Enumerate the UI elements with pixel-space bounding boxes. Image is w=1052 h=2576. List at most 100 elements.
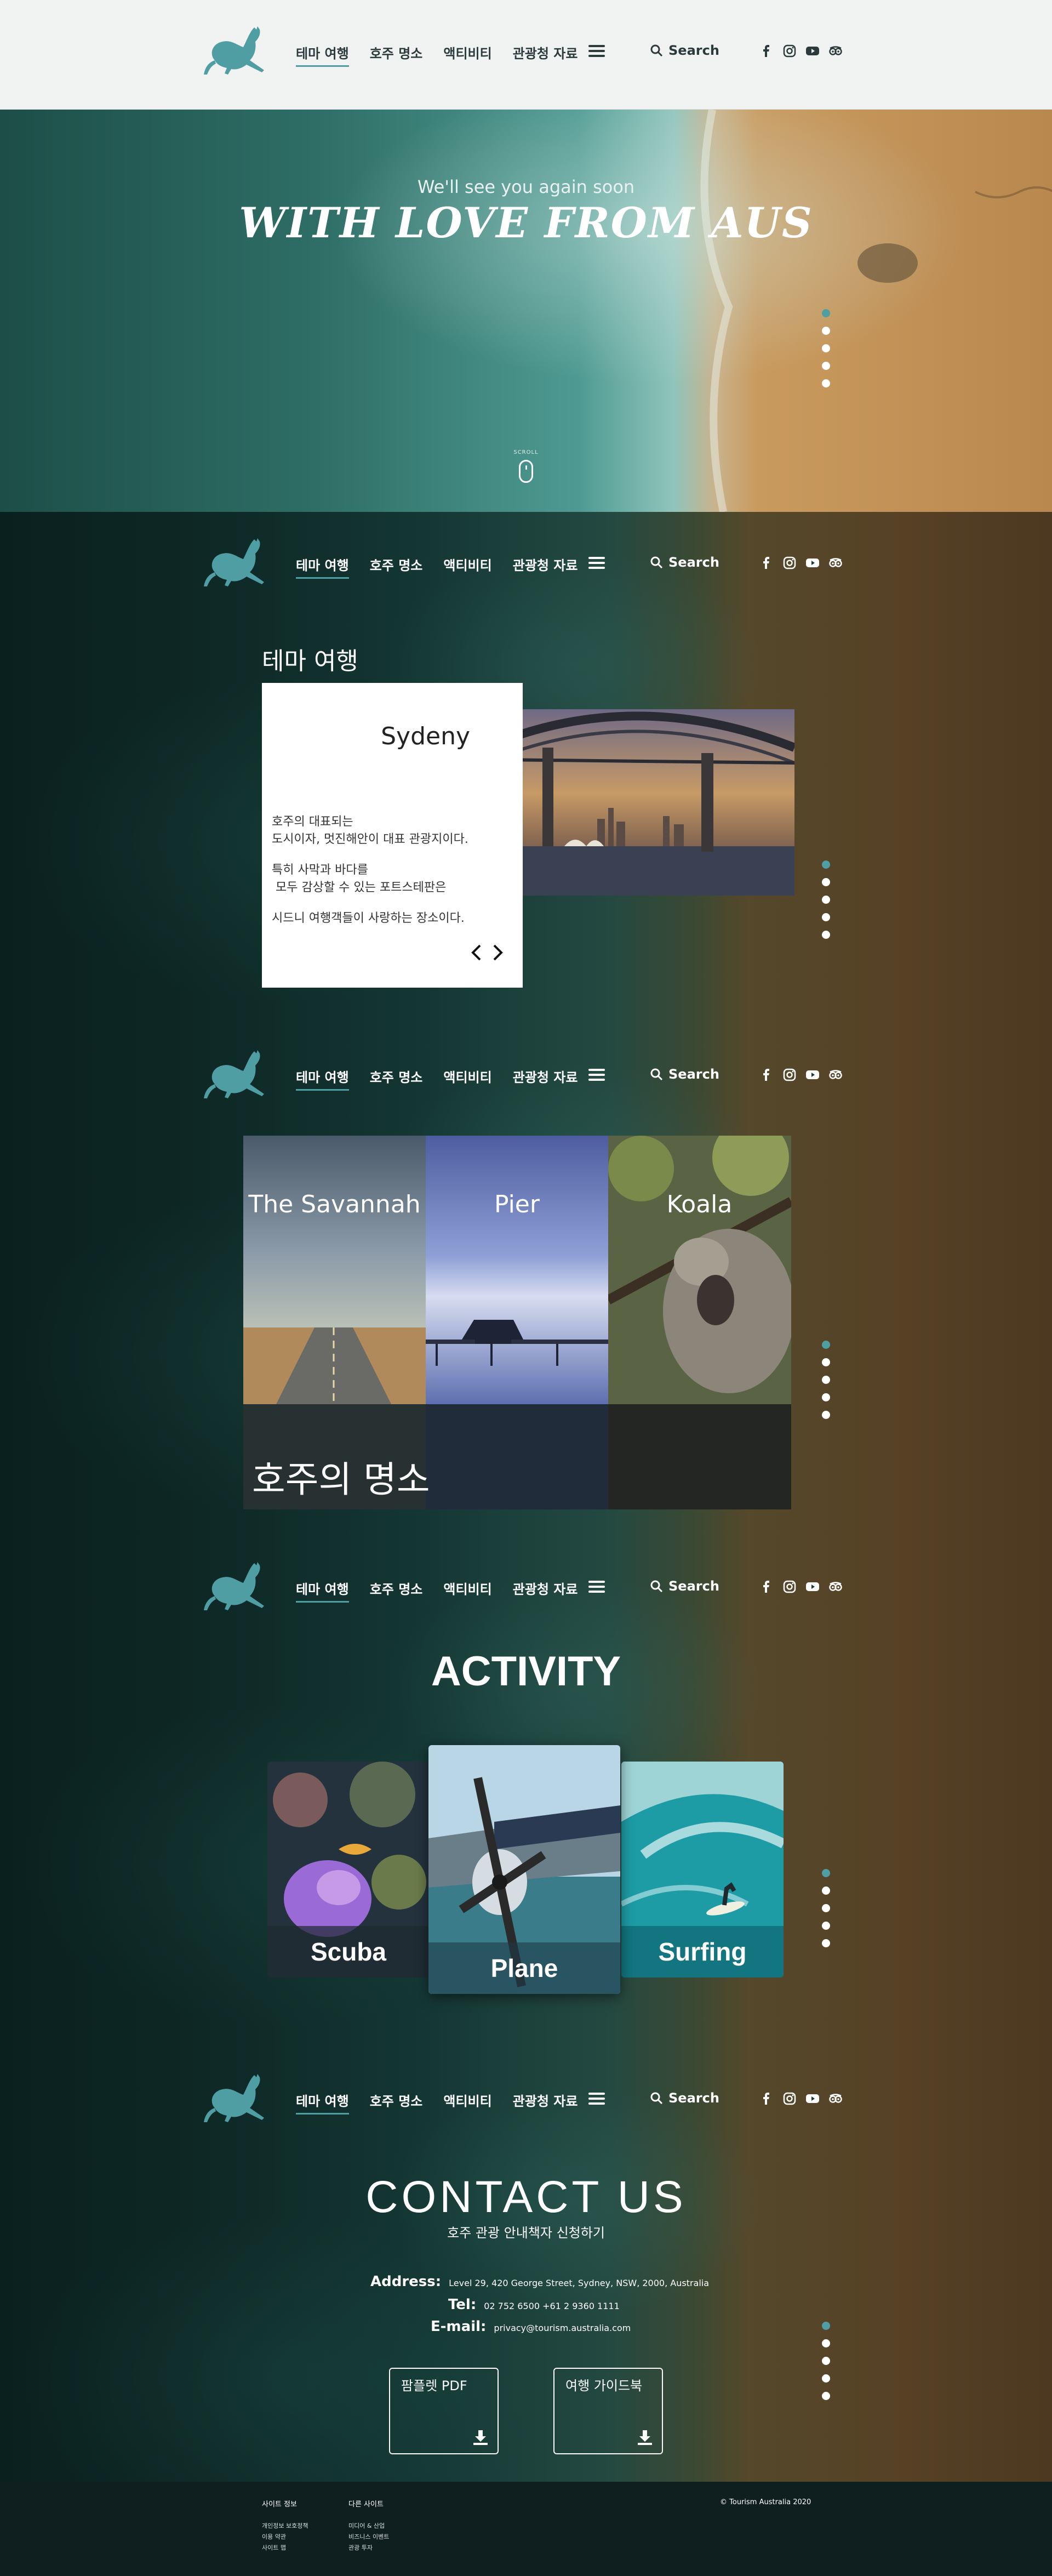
theme-desc-line: 도시이자, 멋진해안이 대표 관광지이다. xyxy=(272,833,468,846)
pagination-dot[interactable] xyxy=(822,2357,830,2365)
tripadvisor-icon[interactable] xyxy=(828,44,843,58)
kangaroo-logo[interactable] xyxy=(204,22,275,77)
pagination-dot[interactable] xyxy=(822,1376,830,1384)
pagination-dot[interactable] xyxy=(822,1341,830,1349)
activity-card-scuba[interactable]: Scuba xyxy=(267,1762,430,1977)
tel-value[interactable]: 02 752 6500 +61 2 9360 1111 xyxy=(484,2301,620,2311)
nav-item-resources[interactable]: 관광청 자료 xyxy=(513,2090,578,2115)
search-button[interactable]: Search xyxy=(650,555,719,570)
activity-card-plane[interactable]: Plane xyxy=(428,1745,620,1994)
footer-link[interactable]: 미디어 & 산업 xyxy=(348,2521,389,2532)
footer-link[interactable]: 관광 투자 xyxy=(348,2543,389,2554)
nav-item-theme[interactable]: 테마 여행 xyxy=(296,43,349,67)
menu-icon[interactable] xyxy=(588,45,605,57)
nav-item-resources[interactable]: 관광청 자료 xyxy=(513,43,578,67)
footer-link[interactable]: 사이트 맵 xyxy=(262,2543,308,2554)
pagination-dot[interactable] xyxy=(822,1411,830,1419)
facebook-icon[interactable] xyxy=(759,44,774,58)
address-value: Level 29, 420 George Street, Sydney, NSW… xyxy=(449,2278,710,2288)
menu-icon[interactable] xyxy=(588,2093,605,2105)
nav-item-activity[interactable]: 액티비티 xyxy=(443,1067,491,1091)
nav-item-theme[interactable]: 테마 여행 xyxy=(296,2090,349,2115)
pagination-dot[interactable] xyxy=(822,931,830,939)
pagination-dot[interactable] xyxy=(822,1393,830,1401)
pagination-dot[interactable] xyxy=(822,878,830,886)
pagination-dot[interactable] xyxy=(822,2339,830,2347)
instagram-icon[interactable] xyxy=(782,556,797,570)
instagram-icon[interactable] xyxy=(782,44,797,58)
instagram-icon[interactable] xyxy=(782,2091,797,2106)
pagination-dot[interactable] xyxy=(822,896,830,904)
tripadvisor-icon[interactable] xyxy=(828,2091,843,2106)
nav-item-activity[interactable]: 액티비티 xyxy=(443,2090,491,2115)
facebook-icon[interactable] xyxy=(759,556,774,570)
kangaroo-logo[interactable] xyxy=(204,1558,275,1612)
pagination-dot[interactable] xyxy=(822,913,830,921)
nav-item-theme[interactable]: 테마 여행 xyxy=(296,1578,349,1603)
facebook-icon[interactable] xyxy=(759,1068,774,1082)
facebook-icon[interactable] xyxy=(759,1580,774,1594)
footer-link[interactable]: 개인정보 보호정책 xyxy=(262,2521,308,2532)
kangaroo-logo[interactable] xyxy=(204,1046,275,1101)
footer-link[interactable]: 비즈니스 이벤트 xyxy=(348,2532,389,2543)
pagination-dot[interactable] xyxy=(822,1887,830,1895)
nav-item-activity[interactable]: 액티비티 xyxy=(443,43,491,67)
download-guidebook-button[interactable]: 여행 가이드북 xyxy=(553,2368,663,2454)
pagination-dot[interactable] xyxy=(822,1869,830,1877)
pagination-dot[interactable] xyxy=(822,344,830,352)
section-pagination xyxy=(822,1341,830,1419)
scroll-indicator[interactable]: SCROLL xyxy=(510,449,542,483)
search-button[interactable]: Search xyxy=(650,2090,719,2106)
search-button[interactable]: Search xyxy=(650,1067,719,1082)
pagination-dot[interactable] xyxy=(822,327,830,335)
pagination-dot[interactable] xyxy=(822,1922,830,1930)
pagination-dot[interactable] xyxy=(822,1904,830,1912)
search-button[interactable]: Search xyxy=(650,1578,719,1594)
download-pamphlet-button[interactable]: 팜플렛 PDF xyxy=(389,2368,499,2454)
pagination-dot[interactable] xyxy=(822,362,830,370)
pagination-dot[interactable] xyxy=(822,860,830,869)
nav-item-attractions[interactable]: 호주 명소 xyxy=(370,1578,423,1603)
pagination-dot[interactable] xyxy=(822,2392,830,2400)
pagination-dot[interactable] xyxy=(822,2322,830,2330)
nav-item-resources[interactable]: 관광청 자료 xyxy=(513,1578,578,1603)
kangaroo-logo[interactable] xyxy=(204,534,275,589)
nav-item-attractions[interactable]: 호주 명소 xyxy=(370,555,423,579)
pagination-dot[interactable] xyxy=(822,379,830,387)
tripadvisor-icon[interactable] xyxy=(828,1068,843,1082)
youtube-icon[interactable] xyxy=(805,44,820,58)
youtube-icon[interactable] xyxy=(805,1068,820,1082)
pagination-dot[interactable] xyxy=(822,1939,830,1947)
tripadvisor-icon[interactable] xyxy=(828,1580,843,1594)
menu-icon[interactable] xyxy=(588,557,605,569)
pagination-dot[interactable] xyxy=(822,309,830,317)
nav-item-theme[interactable]: 테마 여행 xyxy=(296,555,349,579)
youtube-icon[interactable] xyxy=(805,1580,820,1594)
theme-desc-line: 모두 감상할 수 있는 포트스테판은 xyxy=(276,881,447,894)
instagram-icon[interactable] xyxy=(782,1068,797,1082)
nav-item-theme[interactable]: 테마 여행 xyxy=(296,1067,349,1091)
pagination-dot[interactable] xyxy=(822,1358,830,1366)
nav-item-resources[interactable]: 관광청 자료 xyxy=(513,555,578,579)
nav-item-attractions[interactable]: 호주 명소 xyxy=(370,2090,423,2115)
search-button[interactable]: Search xyxy=(650,43,719,58)
instagram-icon[interactable] xyxy=(782,1580,797,1594)
nav-item-resources[interactable]: 관광청 자료 xyxy=(513,1067,578,1091)
footer-link[interactable]: 이용 약관 xyxy=(262,2532,308,2543)
facebook-icon[interactable] xyxy=(759,2091,774,2106)
chevron-right-icon[interactable] xyxy=(492,944,504,961)
menu-icon[interactable] xyxy=(588,1069,605,1081)
nav-item-attractions[interactable]: 호주 명소 xyxy=(370,1067,423,1091)
email-value[interactable]: privacy@tourism.australia.com xyxy=(494,2323,631,2333)
menu-icon[interactable] xyxy=(588,1581,605,1593)
nav-item-activity[interactable]: 액티비티 xyxy=(443,1578,491,1603)
chevron-left-icon[interactable] xyxy=(470,944,482,961)
tripadvisor-icon[interactable] xyxy=(828,556,843,570)
youtube-icon[interactable] xyxy=(805,556,820,570)
nav-item-activity[interactable]: 액티비티 xyxy=(443,555,491,579)
nav-item-attractions[interactable]: 호주 명소 xyxy=(370,43,423,67)
kangaroo-logo[interactable] xyxy=(204,2070,275,2124)
youtube-icon[interactable] xyxy=(805,2091,820,2106)
activity-card-surfing[interactable]: Surfing xyxy=(621,1762,784,1977)
pagination-dot[interactable] xyxy=(822,2374,830,2383)
